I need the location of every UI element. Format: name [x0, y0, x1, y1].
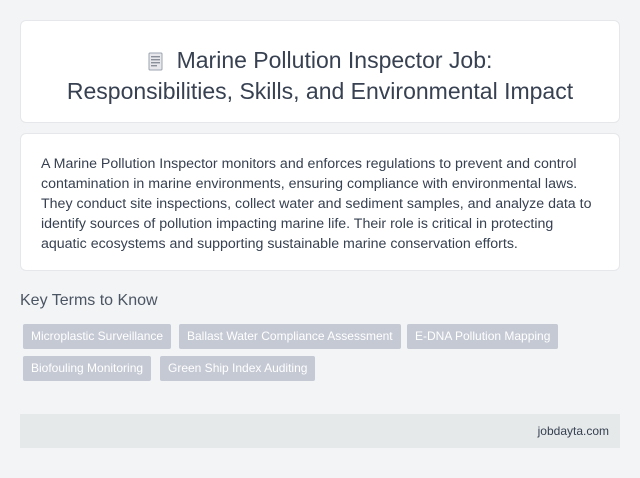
footer: jobdayta.com	[20, 414, 620, 448]
footer-site-link[interactable]: jobdayta.com	[538, 424, 609, 438]
title-line-1: Marine Pollution Inspector Job:	[176, 47, 493, 73]
tag-green-ship-index-auditing[interactable]: Green Ship Index Auditing	[160, 356, 316, 381]
tag-ballast-water-compliance[interactable]: Ballast Water Compliance Assessment	[179, 324, 401, 349]
title-line-2: Responsibilities, Skills, and Environmen…	[66, 78, 574, 104]
tag-edna-pollution-mapping[interactable]: E-DNA Pollution Mapping	[407, 324, 559, 349]
description-card: A Marine Pollution Inspector monitors an…	[20, 133, 620, 271]
tag-microplastic-surveillance[interactable]: Microplastic Surveillance	[23, 324, 172, 349]
page-title: Marine Pollution Inspector Job: Responsi…	[21, 45, 619, 107]
title-card: Marine Pollution Inspector Job: Responsi…	[20, 20, 620, 123]
description-text: A Marine Pollution Inspector monitors an…	[41, 156, 592, 252]
tag-biofouling-monitoring[interactable]: Biofouling Monitoring	[23, 356, 152, 381]
key-terms-heading: Key Terms to Know	[20, 292, 158, 309]
document-icon	[148, 48, 163, 71]
